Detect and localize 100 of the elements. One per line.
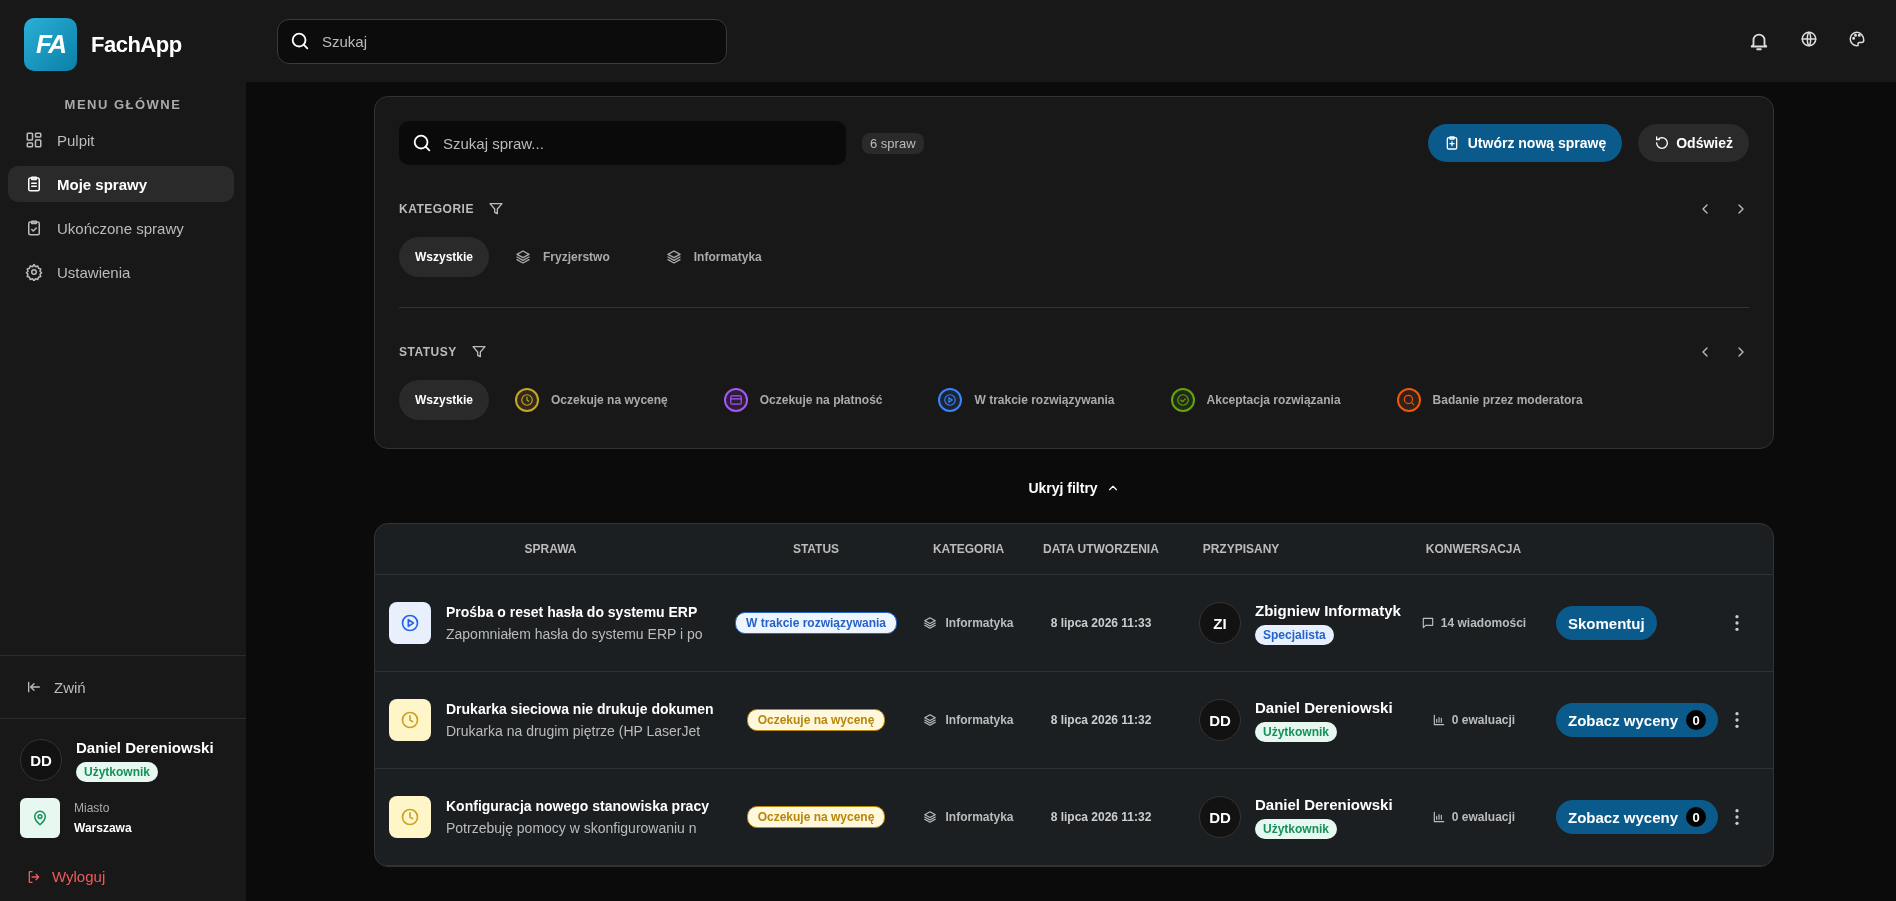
app-name: FachApp — [91, 31, 182, 58]
case-title[interactable]: Konfiguracja nowego stanowiska pracy — [446, 798, 709, 814]
role-badge: Specjalista — [1255, 624, 1334, 645]
case-count: 6 spraw — [862, 132, 924, 154]
column-header: KATEGORIA — [931, 542, 1006, 556]
case-description: Potrzebuję pomocy w skonfigurowaniu n — [446, 820, 697, 836]
search-icon — [289, 30, 311, 52]
filter-chip[interactable]: W trakcie rozwiązywania — [922, 380, 1131, 420]
status-badge: W trakcie rozwiązywania — [734, 612, 898, 634]
category-label: Informatyka — [945, 713, 1014, 727]
assignee-name: Daniel Dereniowski — [1255, 795, 1393, 813]
column-header: SPRAWA — [523, 542, 578, 556]
palette-icon — [1848, 30, 1866, 48]
logout-icon — [26, 868, 42, 885]
role-badge: Użytkownik — [1255, 721, 1337, 742]
quote-count-badge: 0 — [1686, 807, 1707, 827]
more-options-icon[interactable] — [1735, 712, 1739, 728]
bar-chart-icon — [1431, 713, 1446, 727]
clock-icon — [400, 710, 420, 730]
city-value: Warszawa — [74, 821, 132, 835]
collapse-button[interactable]: Zwiń — [0, 656, 246, 718]
search-icon — [411, 132, 433, 154]
play-icon — [400, 613, 420, 633]
status-badge: Oczekuje na wycenę — [746, 709, 886, 731]
clipboard-list-icon — [25, 175, 43, 193]
assignee-name: Daniel Dereniowski — [1255, 698, 1393, 716]
role-badge: Użytkownik — [1255, 818, 1337, 839]
assignee-avatar: DD — [1199, 699, 1241, 741]
collapse-arrow-icon — [26, 679, 42, 695]
role-badge: Użytkownik — [76, 762, 158, 782]
clock-icon — [520, 393, 535, 407]
more-options-icon[interactable] — [1735, 809, 1739, 825]
city-label: Miasto — [74, 801, 111, 815]
case-action-button[interactable]: Skomentuj — [1556, 606, 1657, 640]
refresh-button[interactable]: Odśwież — [1638, 124, 1749, 162]
status-badge: Oczekuje na wycenę — [746, 806, 886, 828]
filter-chip[interactable]: Wszystkie — [399, 380, 490, 420]
filter-chip[interactable]: Fryzjerstwo — [499, 237, 626, 277]
layers-icon — [923, 713, 938, 727]
search-icon — [1401, 393, 1416, 407]
created-date: 8 lipca 2026 11:32 — [1049, 713, 1153, 727]
created-date: 8 lipca 2026 11:33 — [1049, 616, 1153, 630]
nav-item[interactable]: Ustawienia — [8, 254, 234, 290]
case-description: Drukarka na drugim piętrze (HP LaserJet — [446, 723, 701, 739]
conversation-count: 0 ewaluacji — [1451, 713, 1516, 727]
dashboard-icon — [25, 131, 43, 149]
filter-chip[interactable]: Akceptacja rozwiązania — [1154, 380, 1357, 420]
layers-icon — [923, 616, 938, 630]
filter-chip[interactable]: Informatyka — [649, 237, 778, 277]
nav-item[interactable]: Pulpit — [8, 122, 234, 158]
menu-section-title: MENU GŁÓWNE — [63, 97, 183, 112]
case-search-field[interactable]: Szukaj spraw... — [399, 121, 846, 165]
category-label: Informatyka — [945, 616, 1014, 630]
quote-count-badge: 0 — [1686, 710, 1707, 730]
credit-card-icon — [728, 393, 743, 407]
layers-icon — [665, 249, 682, 265]
nav-item[interactable]: Ukończone sprawy — [8, 210, 234, 246]
settings-icon — [25, 263, 43, 281]
filter-chip[interactable]: Oczekuje na płatność — [707, 380, 899, 420]
pin-glyph-icon — [31, 809, 49, 827]
filter-chip[interactable]: Badanie przez moderatora — [1380, 380, 1599, 420]
clipboard-check-icon — [25, 219, 43, 237]
conversation-count: 14 wiadomości — [1440, 616, 1527, 630]
search-field[interactable]: Szukaj — [277, 18, 727, 64]
user-avatar: DD — [20, 739, 62, 781]
bar-chart-icon — [1431, 810, 1446, 824]
column-header: PRZYPISANY — [1201, 542, 1281, 556]
filter-icon — [470, 344, 487, 360]
chat-icon — [1420, 616, 1435, 630]
filter-chip[interactable]: Oczekuje na wycenę — [499, 380, 684, 420]
more-options-icon[interactable] — [1735, 615, 1739, 631]
case-action-button[interactable]: Zobacz wyceny 0 — [1556, 800, 1719, 834]
user-name: Daniel Dereniowski — [76, 739, 214, 756]
case-action-button[interactable]: Zobacz wyceny 0 — [1556, 703, 1719, 737]
layers-icon — [923, 810, 938, 824]
assignee-avatar: DD — [1199, 796, 1241, 838]
logout-link[interactable]: Wyloguj — [0, 868, 246, 885]
refresh-icon — [1654, 135, 1671, 151]
conversation-count: 0 ewaluacji — [1451, 810, 1516, 824]
filter-chip[interactable]: Wszystkie — [399, 237, 490, 277]
assignee-name: Zbigniew Informatyk — [1255, 601, 1401, 619]
layers-icon — [515, 249, 532, 265]
play-icon — [943, 393, 958, 407]
category-label: Informatyka — [945, 810, 1014, 824]
created-date: 8 lipca 2026 11:32 — [1049, 810, 1153, 824]
filter-icon — [487, 201, 504, 217]
clock-icon — [400, 807, 420, 827]
filter-group-title: STATUSY — [399, 345, 457, 359]
create-case-button[interactable]: Utwórz nową sprawę — [1427, 124, 1623, 162]
column-header: DATA UTWORZENIA — [1042, 542, 1160, 556]
column-header: STATUS — [791, 542, 841, 556]
nav-item[interactable]: Moje sprawy — [8, 166, 234, 202]
case-title[interactable]: Drukarka sieciowa nie drukuje dokumen — [446, 701, 714, 717]
hide-filters-button[interactable]: Ukryj filtry — [1022, 479, 1126, 497]
globe-icon — [1800, 30, 1818, 48]
assignee-avatar: ZI — [1199, 602, 1241, 644]
filter-group-title: KATEGORIE — [399, 202, 474, 216]
case-title[interactable]: Prośba o reset hasła do systemu ERP — [446, 604, 698, 620]
column-header: KONWERSACJA — [1424, 542, 1523, 556]
app-logo: FA — [24, 18, 77, 71]
